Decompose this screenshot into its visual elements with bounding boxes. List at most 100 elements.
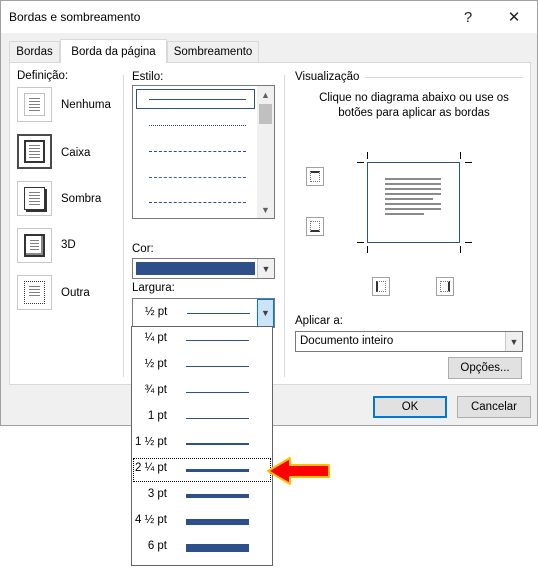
width-option[interactable]: ½ pt	[132, 353, 272, 379]
scroll-thumb[interactable]	[259, 104, 272, 124]
width-option-label: 4 ½ pt	[135, 514, 167, 526]
width-option[interactable]: 4 ½ pt	[132, 509, 272, 535]
cancel-button-label: Cancelar	[470, 401, 518, 413]
color-swatch	[136, 262, 255, 275]
width-selected-value: ½ pt	[145, 306, 168, 318]
page-custom-icon	[24, 281, 45, 304]
width-option-line	[186, 392, 249, 393]
crop-marks	[357, 152, 472, 253]
width-option[interactable]: 3 pt	[132, 483, 272, 509]
ok-button-label: OK	[401, 401, 419, 413]
width-selected-line	[187, 313, 250, 314]
width-option-label: ¼ pt	[144, 332, 167, 344]
setting-box-label: Caixa	[61, 147, 91, 159]
color-label: Cor:	[132, 243, 154, 255]
close-icon: ✕	[507, 9, 521, 26]
width-option-label: 1 ½ pt	[135, 436, 167, 448]
ok-button[interactable]: OK	[373, 396, 447, 418]
preview-hint: Clique no diagrama abaixo ou use os botõ…	[319, 92, 509, 119]
setting-box-button[interactable]	[17, 134, 52, 169]
cancel-button[interactable]: Cancelar	[457, 396, 531, 418]
style-dotted[interactable]	[149, 125, 246, 126]
setting-none-label: Nenhuma	[61, 99, 111, 111]
apply-to-select[interactable]: Documento inteiro ▼	[295, 331, 523, 352]
style-solid[interactable]	[149, 99, 246, 100]
border-right-icon	[440, 281, 450, 292]
style-dashed-small[interactable]	[149, 151, 246, 152]
top-border-button[interactable]	[306, 167, 324, 186]
style-dashed[interactable]	[149, 177, 246, 178]
width-option-label: 6 pt	[147, 540, 167, 552]
width-option-line	[186, 469, 249, 472]
apply-to-label: Aplicar a:	[295, 315, 343, 327]
width-option[interactable]: ¾ pt	[132, 379, 272, 405]
width-option-line	[186, 519, 249, 525]
color-select[interactable]: ▼	[132, 258, 275, 279]
red-arrow-icon	[267, 457, 330, 485]
width-option-line	[186, 366, 249, 367]
scroll-down-icon[interactable]: ▼	[257, 201, 274, 218]
width-option[interactable]: 6 pt	[132, 535, 272, 561]
left-border-button[interactable]	[372, 277, 390, 296]
border-left-icon	[376, 281, 386, 292]
setting-3d-button[interactable]	[17, 228, 52, 263]
page-box-icon	[24, 140, 45, 163]
tab-sombreamento[interactable]: Sombreamento	[167, 41, 259, 62]
width-option[interactable]: 1 pt	[132, 405, 272, 431]
chevron-down-icon[interactable]: ▼	[257, 299, 274, 327]
width-option-label: 2 ¼ pt	[135, 462, 167, 474]
scroll-up-icon[interactable]: ▲	[257, 86, 274, 103]
options-button-label: Opções...	[460, 362, 510, 374]
style-dash-dot[interactable]	[149, 202, 246, 203]
divider-left	[123, 75, 124, 377]
tab-bordas[interactable]: Bordas	[9, 41, 60, 62]
width-option-label: 1 pt	[147, 410, 167, 422]
setting-shadow-button[interactable]	[17, 181, 52, 216]
tab-bordas-label: Bordas	[16, 46, 53, 58]
width-select[interactable]: ½ pt ▼	[132, 298, 275, 328]
width-option-label: ½ pt	[144, 358, 167, 370]
border-bottom-icon	[310, 221, 320, 232]
width-option[interactable]: 1 ½ pt	[132, 431, 272, 457]
chevron-down-icon[interactable]: ▼	[257, 259, 274, 278]
setting-3d-label: 3D	[61, 239, 76, 251]
style-label: Estilo:	[132, 71, 164, 83]
setting-shadow-label: Sombra	[61, 193, 102, 205]
close-button[interactable]: ✕	[491, 1, 537, 33]
chevron-down-icon[interactable]: ▼	[505, 332, 522, 351]
preview-label: Visualização	[295, 71, 360, 83]
setting-none-button[interactable]	[17, 87, 52, 122]
width-option[interactable]: ¼ pt	[132, 327, 272, 353]
setting-custom-button[interactable]	[17, 275, 52, 310]
tab-borda-da-pagina[interactable]: Borda da página	[60, 39, 167, 63]
width-label: Largura:	[132, 282, 175, 294]
title-bar: Bordas e sombreamento ? ✕	[1, 1, 537, 33]
width-option-line	[186, 340, 249, 341]
help-button[interactable]: ?	[445, 1, 491, 33]
width-option-line	[186, 443, 249, 445]
width-option-label: ¾ pt	[144, 384, 167, 396]
apply-to-value: Documento inteiro	[300, 335, 394, 347]
width-dropdown-list[interactable]: ¼ pt ½ pt ¾ pt 1 pt 1 ½ pt 2 ¼ pt 3 pt 4…	[131, 326, 273, 566]
width-option-line	[186, 544, 249, 552]
setting-custom-label: Outra	[61, 287, 90, 299]
border-top-icon	[310, 171, 320, 182]
width-option-label: 3 pt	[147, 488, 167, 500]
options-button[interactable]: Opções...	[448, 357, 522, 379]
width-option-highlighted[interactable]: 2 ¼ pt	[132, 457, 272, 483]
style-scrollbar[interactable]: ▲ ▼	[257, 86, 274, 218]
window-title: Bordas e sombreamento	[9, 10, 141, 24]
divider-right	[284, 75, 285, 377]
style-list[interactable]: ▲ ▼	[132, 85, 275, 219]
tab-borda-da-pagina-label: Borda da página	[71, 45, 156, 58]
bottom-border-button[interactable]	[306, 217, 324, 236]
tab-sombreamento-label: Sombreamento	[173, 46, 253, 58]
preview-rule	[365, 77, 523, 78]
help-icon: ?	[463, 8, 473, 26]
right-border-button[interactable]	[436, 277, 454, 296]
definition-label: Definição:	[17, 70, 69, 82]
page-none-icon	[24, 93, 45, 116]
width-option-line	[186, 418, 249, 419]
page-3d-icon	[24, 234, 45, 257]
width-option-line	[186, 494, 249, 498]
